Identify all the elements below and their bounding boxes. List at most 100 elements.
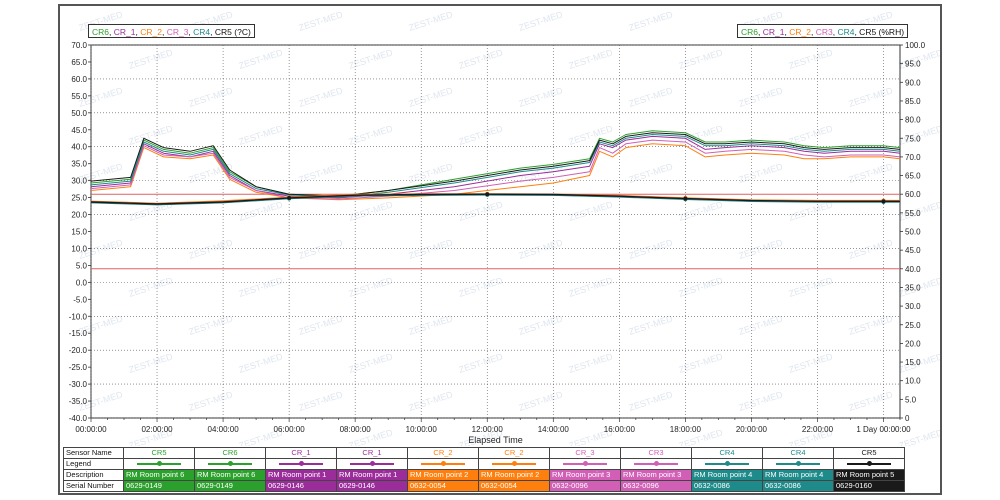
y-left-tick-label: -5.0: [73, 295, 87, 304]
watermark-text: ZEST-MED: [298, 389, 345, 413]
legend-swatch: [194, 458, 266, 470]
table-cell-sensor: CR_1: [265, 447, 337, 459]
y-right-tick-label: 20.0: [905, 339, 921, 348]
table-cell-description: RM Room point 1: [265, 469, 337, 481]
x-tick-label: 00:00:00: [75, 425, 107, 434]
watermark-text: ZEST-MED: [738, 237, 785, 261]
watermark-text: ZEST-MED: [298, 237, 345, 261]
x-tick-label: 20:00:00: [736, 425, 768, 434]
x-tick-label: 02:00:00: [141, 425, 173, 434]
y-left-tick-label: -25.0: [69, 363, 88, 372]
watermark-text: ZEST-MED: [518, 313, 565, 337]
watermark-text: ZEST-MED: [848, 85, 895, 109]
y-right-tick-label: 90.0: [905, 78, 921, 87]
watermark-text: ZEST-MED: [848, 237, 895, 261]
watermark-text: ZEST-MED: [298, 313, 345, 337]
watermark-text: ZEST-MED: [408, 161, 455, 185]
legend-line-icon: [563, 461, 607, 467]
legend-humidity: CR6, CR_1, CR_2, CR3, CR4, CR5 (%RH): [737, 24, 909, 38]
y-right-tick-label: 5.0: [905, 395, 917, 404]
y-left-tick-label: 25.0: [71, 194, 87, 203]
legend-line-icon: [705, 461, 749, 467]
watermark-text: ZEST-MED: [298, 9, 345, 33]
watermark-text: ZEST-MED: [408, 9, 455, 33]
table-cell-sensor: CR5: [833, 447, 905, 459]
legend-swatch: [691, 458, 763, 470]
legend-swatch: [336, 458, 408, 470]
y-right-tick-label: 45.0: [905, 246, 921, 255]
table-row: Description RM Room point 6 RM Room point …: [63, 469, 905, 481]
watermark-text: ZEST-MED: [348, 351, 395, 375]
watermark-text: ZEST-MED: [188, 85, 235, 109]
table-cell-description: RM Room point 4: [762, 469, 834, 481]
watermark-text: ZEST-MED: [568, 199, 615, 223]
x-tick-label: 10:00:00: [406, 425, 438, 434]
watermark-text: ZEST-MED: [738, 313, 785, 337]
data-point-marker: [683, 196, 688, 201]
watermark-text: ZEST-MED: [238, 351, 285, 375]
watermark-text: ZEST-MED: [408, 85, 455, 109]
legend-temperature: CR6, CR_1, CR_2, CR_3, CR4, CR5 (?C): [88, 24, 255, 38]
watermark-text: ZEST-MED: [238, 275, 285, 299]
watermark-text: ZEST-MED: [788, 47, 835, 71]
watermark-text: ZEST-MED: [518, 237, 565, 261]
y-right-tick-label: 85.0: [905, 97, 921, 106]
watermark-text: ZEST-MED: [628, 161, 675, 185]
watermark-text: ZEST-MED: [678, 199, 725, 223]
legend-entry: CR3: [815, 27, 833, 37]
table-row: Serial Number 0629-0149 0629-0149 0629-0146…: [63, 480, 905, 492]
chart-canvas: ZEST-MED ZEST-MED ZEST-MED ZEST-MED ZEST-MED…: [69, 9, 940, 446]
x-tick-label: 16:00:00: [604, 425, 636, 434]
row-label: Serial Number: [63, 480, 124, 492]
watermark-text: ZEST-MED: [788, 199, 835, 223]
table-cell-description: RM Room point 6: [123, 469, 195, 481]
legend-entry: CR6: [92, 27, 110, 37]
x-tick-label: 14:00:00: [538, 425, 570, 434]
legend-line-icon: [421, 461, 465, 467]
watermark-text: ZEST-MED: [458, 275, 505, 299]
legend-swatch: [123, 458, 195, 470]
watermark-text: ZEST-MED: [788, 351, 835, 375]
legend-line-icon: [208, 461, 252, 467]
watermark-text: ZEST-MED: [788, 123, 835, 147]
legend-swatch: [762, 458, 834, 470]
watermark-text: ZEST-MED: [298, 161, 345, 185]
watermark-text: ZEST-MED: [188, 389, 235, 413]
x-tick-label: 22:00:00: [802, 425, 834, 434]
legend-swatch: [833, 458, 905, 470]
watermark-text: ZEST-MED: [458, 199, 505, 223]
y-left-tick-label: 40.0: [71, 143, 87, 152]
x-tick-label: 1 Day 00:00:00: [856, 425, 911, 434]
table-cell-serial: 0629-0160: [833, 480, 905, 492]
y-right-tick-label: 65.0: [905, 172, 921, 181]
watermark-text: ZEST-MED: [848, 161, 895, 185]
watermark-text: ZEST-MED: [568, 351, 615, 375]
watermark-text: ZEST-MED: [568, 47, 615, 71]
y-right-tick-label: 60.0: [905, 190, 921, 199]
watermark-text: ZEST-MED: [458, 123, 505, 147]
legend-entry: CR6: [741, 27, 759, 37]
x-axis-title: Elapsed Time: [468, 435, 523, 445]
watermark-text: ZEST-MED: [408, 313, 455, 337]
table-row: Sensor Name CR5 CR6 CR_1 CR_1 CR_2 CR_2 CR_3 CR3…: [63, 447, 905, 459]
table-cell-serial: 0629-0149: [123, 480, 195, 492]
y-left-tick-label: -15.0: [69, 329, 88, 338]
legend-line-icon: [279, 461, 323, 467]
y-right-tick-label: 70.0: [905, 153, 921, 162]
y-left-tick-label: -30.0: [69, 380, 88, 389]
watermark-text: ZEST-MED: [188, 237, 235, 261]
watermark-layer: ZEST-MED ZEST-MED ZEST-MED ZEST-MED ZEST-MED…: [78, 9, 940, 446]
watermark-text: ZEST-MED: [458, 47, 505, 71]
table-cell-sensor: CR_1: [336, 447, 408, 459]
table-cell-sensor: CR_2: [407, 447, 479, 459]
y-right-tick-label: 35.0: [905, 283, 921, 292]
watermark-text: ZEST-MED: [738, 389, 785, 413]
y-left-tick-label: 15.0: [71, 228, 87, 237]
watermark-text: ZEST-MED: [518, 85, 565, 109]
watermark-text: ZEST-MED: [348, 123, 395, 147]
table-cell-sensor: CR_3: [549, 447, 621, 459]
table-cell-description: RM Room point 3: [620, 469, 692, 481]
y-right-tick-label: 10.0: [905, 377, 921, 386]
watermark-text: ZEST-MED: [848, 313, 895, 337]
y-left-tick-label: -40.0: [69, 414, 88, 423]
